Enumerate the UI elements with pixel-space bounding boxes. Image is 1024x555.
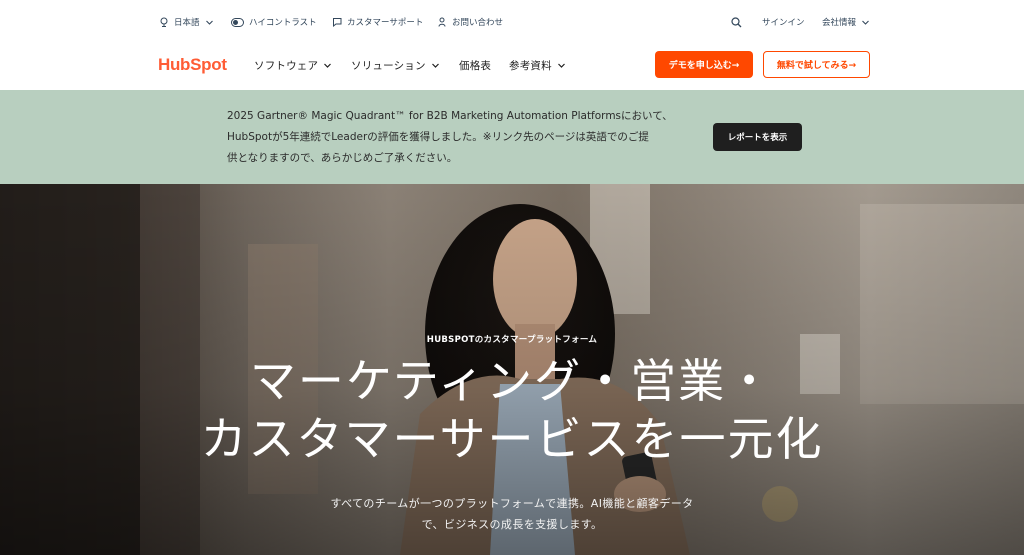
view-report-label: レポートを表示 bbox=[727, 133, 788, 143]
banner-line: 供となりますので、あらかじめご了承ください。 bbox=[227, 152, 458, 164]
request-demo-label: デモを申し込む→ bbox=[668, 61, 740, 71]
chat-icon bbox=[332, 17, 342, 27]
search-icon bbox=[731, 16, 742, 28]
hero-section: HUBSPOTのカスタマープラットフォーム マーケティング・営業・ カスタマーサ… bbox=[0, 184, 1024, 555]
language-label: 日本語 bbox=[174, 18, 200, 28]
hero-subtext: すべてのチームが一つのプラットフォームで連携。AI機能と顧客データ で、ビジネス… bbox=[0, 493, 1024, 535]
hero-eyebrow: HUBSPOTのカスタマープラットフォーム bbox=[426, 335, 598, 345]
headline-line: マーケティング・営業・ bbox=[249, 354, 775, 408]
free-trial-button[interactable]: 無料で試してみる→ bbox=[763, 51, 870, 78]
view-report-button[interactable]: レポートを表示 bbox=[713, 123, 802, 151]
nav-item-pricing[interactable]: 価格表 bbox=[459, 57, 491, 73]
chevron-down-icon bbox=[861, 18, 870, 27]
company-info-menu[interactable]: 会社情報 bbox=[822, 14, 870, 30]
customer-support-link[interactable]: カスタマーサポート bbox=[332, 14, 423, 30]
free-trial-label: 無料で試してみる→ bbox=[776, 61, 857, 71]
search-button[interactable] bbox=[731, 14, 742, 30]
main-navigation: HubSpot ソフトウェア ソリューション 価格表 参考資料 デモを申し込む→… bbox=[0, 42, 1024, 90]
banner-text: 2025 Gartner® Magic Quadrant™ for B2B Ma… bbox=[227, 106, 697, 169]
request-demo-button[interactable]: デモを申し込む→ bbox=[655, 51, 753, 78]
logo-text: HubSpot bbox=[158, 55, 227, 74]
person-icon bbox=[437, 17, 447, 27]
contact-link[interactable]: お問い合わせ bbox=[437, 14, 503, 30]
subtext-line: すべてのチームが一つのプラットフォームで連携。AI機能と顧客データ bbox=[330, 497, 694, 510]
chevron-down-icon bbox=[205, 18, 214, 27]
customer-support-label: カスタマーサポート bbox=[347, 18, 424, 28]
hubspot-logo[interactable]: HubSpot bbox=[158, 54, 227, 76]
chevron-down-icon bbox=[557, 61, 566, 70]
company-info-label: 会社情報 bbox=[822, 18, 857, 28]
nav-item-label: 価格表 bbox=[459, 59, 492, 72]
high-contrast-toggle[interactable]: ハイコントラスト bbox=[231, 14, 317, 30]
nav-item-label: ソリューション bbox=[351, 59, 426, 72]
globe-icon bbox=[159, 17, 169, 27]
banner-line: HubSpotが5年連続でLeaderの評価を獲得しました。※リンク先のページは… bbox=[227, 131, 649, 143]
nav-item-resources[interactable]: 参考資料 bbox=[509, 57, 566, 73]
chevron-down-icon bbox=[323, 61, 332, 70]
contact-label: お問い合わせ bbox=[452, 18, 504, 28]
nav-item-label: 参考資料 bbox=[509, 59, 552, 72]
nav-item-software[interactable]: ソフトウェア bbox=[254, 57, 332, 73]
hero-headline: マーケティング・営業・ カスタマーサービスを一元化 bbox=[0, 352, 1024, 468]
nav-item-solutions[interactable]: ソリューション bbox=[351, 57, 440, 73]
announcement-banner: 2025 Gartner® Magic Quadrant™ for B2B Ma… bbox=[0, 90, 1024, 184]
signin-label: サインイン bbox=[762, 18, 805, 28]
nav-item-label: ソフトウェア bbox=[254, 59, 319, 72]
language-selector[interactable]: 日本語 bbox=[159, 14, 214, 30]
subtext-line: で、ビジネスの成長を支援します。 bbox=[421, 518, 603, 531]
signin-link[interactable]: サインイン bbox=[762, 14, 805, 30]
banner-line: 2025 Gartner® Magic Quadrant™ for B2B Ma… bbox=[227, 110, 673, 122]
utility-bar: 日本語 ハイコントラスト カスタマーサポート お問い合わせ サインイン 会社情報 bbox=[0, 0, 1024, 42]
high-contrast-label: ハイコントラスト bbox=[249, 18, 317, 28]
chevron-down-icon bbox=[431, 61, 440, 70]
toggle-icon bbox=[231, 17, 244, 27]
headline-line: カスタマーサービスを一元化 bbox=[200, 412, 824, 466]
